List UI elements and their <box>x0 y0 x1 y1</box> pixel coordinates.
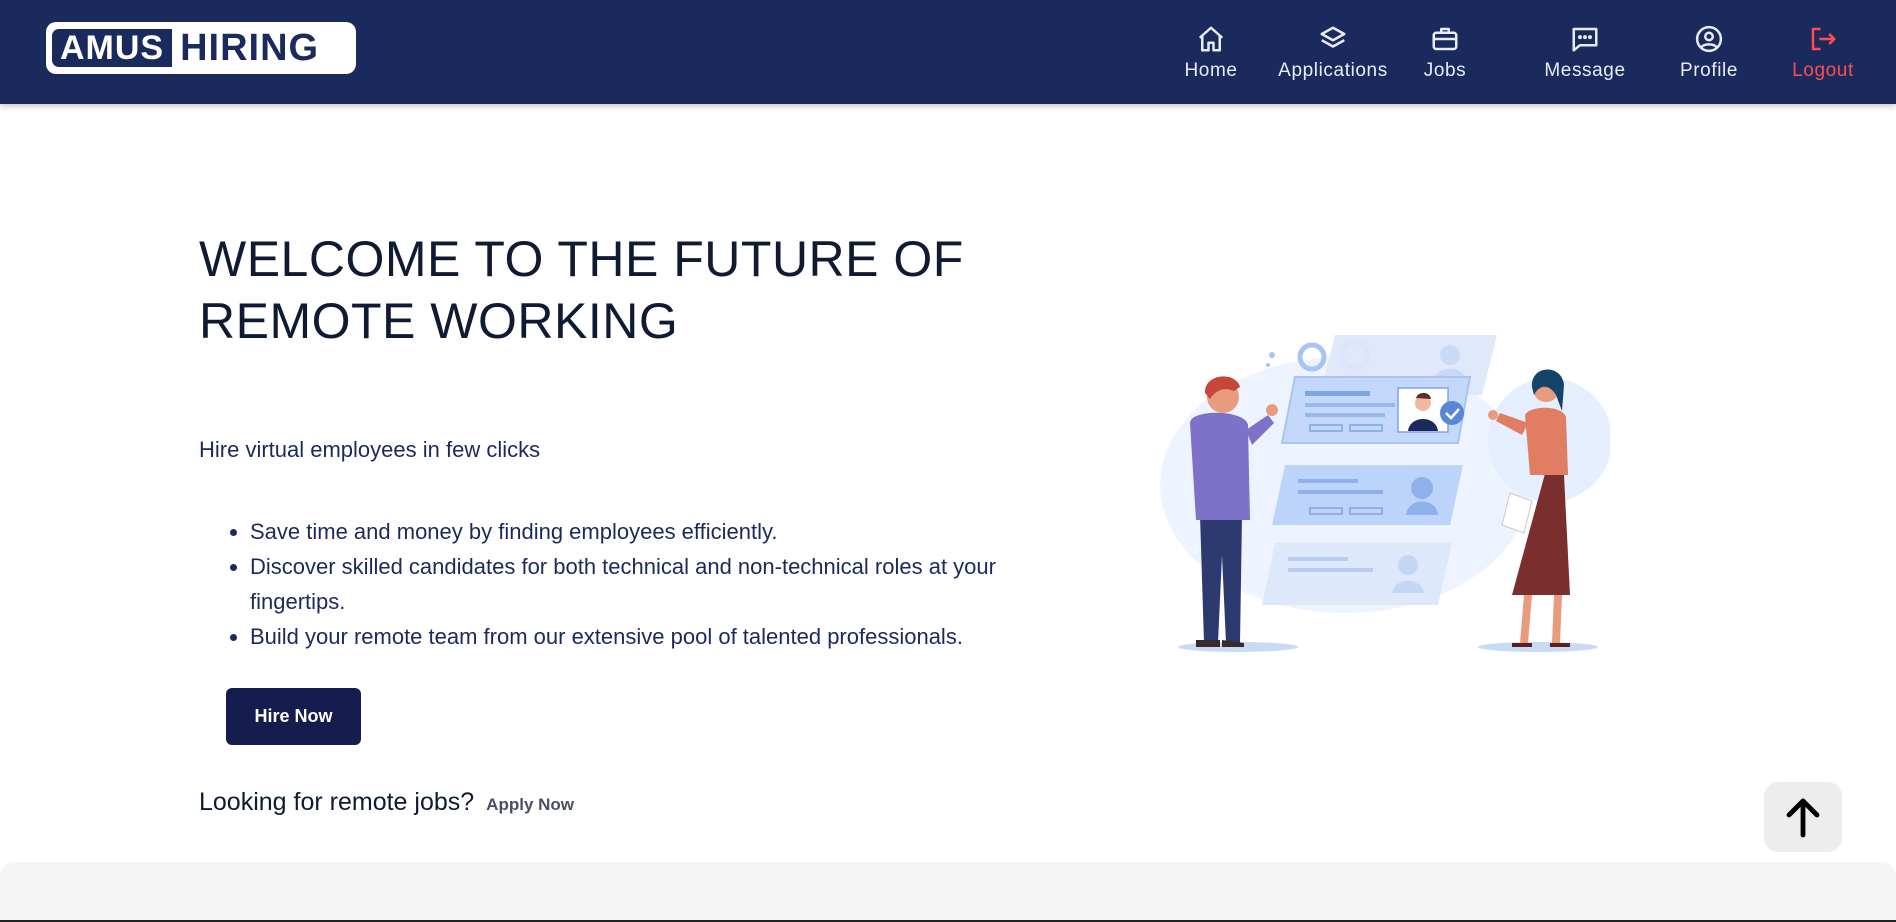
nav-applications[interactable]: Applications <box>1268 24 1398 82</box>
arrow-up-icon <box>1786 798 1820 838</box>
top-navbar: AMUS HIRING Home Applications Jobs Messa… <box>0 0 1896 104</box>
list-item: Build your remote team from our extensiv… <box>250 619 1070 654</box>
nav-jobs-label: Jobs <box>1423 60 1467 81</box>
message-icon <box>1572 27 1598 52</box>
nav-home[interactable]: Home <box>1166 24 1256 82</box>
nav-jobs[interactable]: Jobs <box>1410 24 1480 82</box>
footer-section <box>0 862 1896 922</box>
logo-amus-text: AMUS <box>52 29 173 67</box>
nav-logout-label: Logout <box>1792 60 1854 81</box>
hiring-illustration <box>1160 335 1610 652</box>
nav-home-label: Home <box>1184 60 1238 81</box>
nav-message-label: Message <box>1544 60 1626 81</box>
nav-applications-label: Applications <box>1278 60 1388 81</box>
nav-profile-label: Profile <box>1679 60 1739 81</box>
layers-icon <box>1320 26 1346 48</box>
logout-icon <box>1811 27 1836 51</box>
hero-subtitle: Hire virtual employees in few clicks <box>199 437 541 462</box>
briefcase-icon <box>1432 27 1458 51</box>
list-item: Discover skilled candidates for both tec… <box>250 549 1070 619</box>
nav-profile[interactable]: Profile <box>1669 24 1749 82</box>
user-circle-icon <box>1695 25 1723 53</box>
home-icon <box>1198 26 1224 52</box>
apply-now-link[interactable]: Apply Now <box>486 795 574 815</box>
hero-benefits-list: Save time and money by finding employees… <box>250 514 1070 654</box>
list-item: Save time and money by finding employees… <box>250 514 1070 549</box>
remote-jobs-prompt: Looking for remote jobs? Apply Now <box>199 788 574 817</box>
hero-title: WELCOME TO THE FUTURE OF REMOTE WORKING <box>199 231 964 349</box>
amus-hiring-logo[interactable]: AMUS HIRING <box>46 22 356 74</box>
hire-now-button[interactable]: Hire Now <box>226 688 361 745</box>
looking-text: Looking for remote jobs? <box>199 788 475 816</box>
nav-logout[interactable]: Logout <box>1778 24 1868 82</box>
logo-hiring-text: HIRING <box>180 26 320 69</box>
scroll-to-top-button[interactable] <box>1764 782 1842 852</box>
nav-message[interactable]: Message <box>1530 24 1640 82</box>
